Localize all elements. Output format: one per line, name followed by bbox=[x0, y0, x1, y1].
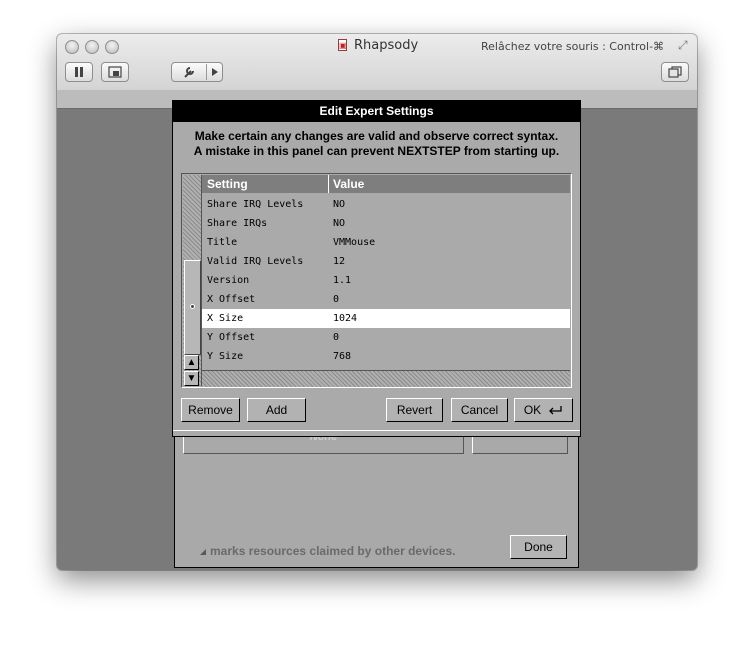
table-header: Setting Value bbox=[202, 175, 570, 193]
panel-separator bbox=[173, 430, 580, 431]
value-cell: 0 bbox=[333, 294, 340, 305]
value-cell: 1.1 bbox=[333, 275, 352, 286]
table-row[interactable]: Valid IRQ Levels 12 bbox=[202, 252, 570, 271]
column-divider[interactable] bbox=[328, 175, 329, 193]
table-row[interactable]: X Size 1024 bbox=[202, 309, 570, 328]
table-row[interactable]: X Offset 0 bbox=[202, 290, 570, 309]
revert-button[interactable]: Revert bbox=[386, 398, 443, 422]
add-button[interactable]: Add bbox=[247, 398, 306, 422]
settings-table-frame: ▲ ▼ Setting Value Share IRQ Levels NO Shar… bbox=[181, 173, 572, 388]
column-header-value[interactable]: Value bbox=[333, 177, 364, 191]
setting-cell: Share IRQ Levels bbox=[207, 199, 304, 210]
setting-cell: Y Size bbox=[207, 351, 244, 362]
warning-line-2: A mistake in this panel can prevent NEXT… bbox=[193, 144, 560, 158]
scroll-knob[interactable] bbox=[184, 260, 201, 355]
table-row[interactable]: Y Offset 0 bbox=[202, 328, 570, 347]
triangle-right-icon bbox=[212, 68, 218, 76]
setting-cell: Version bbox=[207, 275, 250, 286]
value-cell: 1024 bbox=[333, 313, 358, 324]
value-cell: NO bbox=[333, 218, 346, 229]
remove-button[interactable]: Remove bbox=[181, 398, 240, 422]
setting-cell: X Size bbox=[207, 313, 244, 324]
capture-hint: Relâchez votre souris : Control-⌘ bbox=[481, 40, 665, 53]
fullscreen-icon[interactable]: ⤢ bbox=[678, 38, 688, 53]
table-row[interactable]: Version 1.1 bbox=[202, 271, 570, 290]
done-button[interactable]: Done bbox=[510, 535, 567, 559]
close-window-button[interactable] bbox=[65, 40, 79, 54]
window-mode-button[interactable] bbox=[661, 62, 689, 82]
pause-icon bbox=[75, 67, 83, 77]
claimed-marker-icon bbox=[200, 549, 206, 555]
column-header-setting[interactable]: Setting bbox=[207, 177, 248, 191]
table-rows: Share IRQ Levels NO Share IRQs NO Title VMMou… bbox=[202, 195, 570, 366]
minimize-window-button[interactable] bbox=[85, 40, 99, 54]
value-cell: 0 bbox=[333, 332, 340, 343]
setting-cell: Share IRQs bbox=[207, 218, 268, 229]
setting-cell: Valid IRQ Levels bbox=[207, 256, 304, 267]
value-cell: 12 bbox=[333, 256, 346, 267]
scroll-up-button[interactable]: ▲ bbox=[184, 355, 199, 370]
table-row[interactable]: Share IRQs NO bbox=[202, 214, 570, 233]
setting-cell: Y Offset bbox=[207, 332, 256, 343]
ok-label: OK bbox=[523, 403, 542, 417]
panel-title: Edit Expert Settings bbox=[173, 101, 580, 122]
snapshot-button[interactable] bbox=[101, 62, 129, 82]
wrench-icon bbox=[184, 67, 194, 78]
warning-line-1: Make certain any changes are valid and o… bbox=[194, 129, 559, 143]
cancel-button[interactable]: Cancel bbox=[451, 398, 508, 422]
vertical-scrollbar[interactable]: ▲ ▼ bbox=[183, 175, 202, 386]
window-icon bbox=[668, 66, 682, 78]
footnote: marks resources claimed by other devices… bbox=[200, 544, 455, 558]
horizontal-scrollbar[interactable] bbox=[202, 370, 570, 387]
setting-cell: X Offset bbox=[207, 294, 256, 305]
setting-cell: Title bbox=[207, 237, 238, 248]
pause-button[interactable] bbox=[65, 62, 93, 82]
document-icon: ▣ bbox=[338, 39, 347, 51]
table-row[interactable]: Y Size 768 bbox=[202, 347, 570, 366]
value-cell: VMMouse bbox=[333, 237, 376, 248]
zoom-window-button[interactable] bbox=[105, 40, 119, 54]
settings-button[interactable] bbox=[171, 62, 223, 82]
window-title: Rhapsody bbox=[354, 38, 419, 53]
return-key-icon bbox=[549, 405, 562, 414]
value-cell: NO bbox=[333, 199, 346, 210]
ok-button[interactable]: OK bbox=[514, 398, 573, 422]
table-row[interactable]: Title VMMouse bbox=[202, 233, 570, 252]
host-titlebar: ▣ Rhapsody Relâchez votre souris : Contr… bbox=[57, 34, 697, 91]
warning-message: Make certain any changes are valid and o… bbox=[173, 129, 580, 159]
expert-settings-panel: Edit Expert Settings Make certain any ch… bbox=[172, 100, 581, 437]
settings-table: Setting Value Share IRQ Levels NO Share IR… bbox=[202, 175, 570, 368]
snapshot-icon bbox=[108, 66, 122, 78]
table-row[interactable]: Share IRQ Levels NO bbox=[202, 195, 570, 214]
scroll-down-button[interactable]: ▼ bbox=[184, 371, 199, 386]
footnote-text: marks resources claimed by other devices… bbox=[210, 544, 456, 558]
value-cell: 768 bbox=[333, 351, 352, 362]
knob-dimple-icon bbox=[190, 304, 195, 309]
